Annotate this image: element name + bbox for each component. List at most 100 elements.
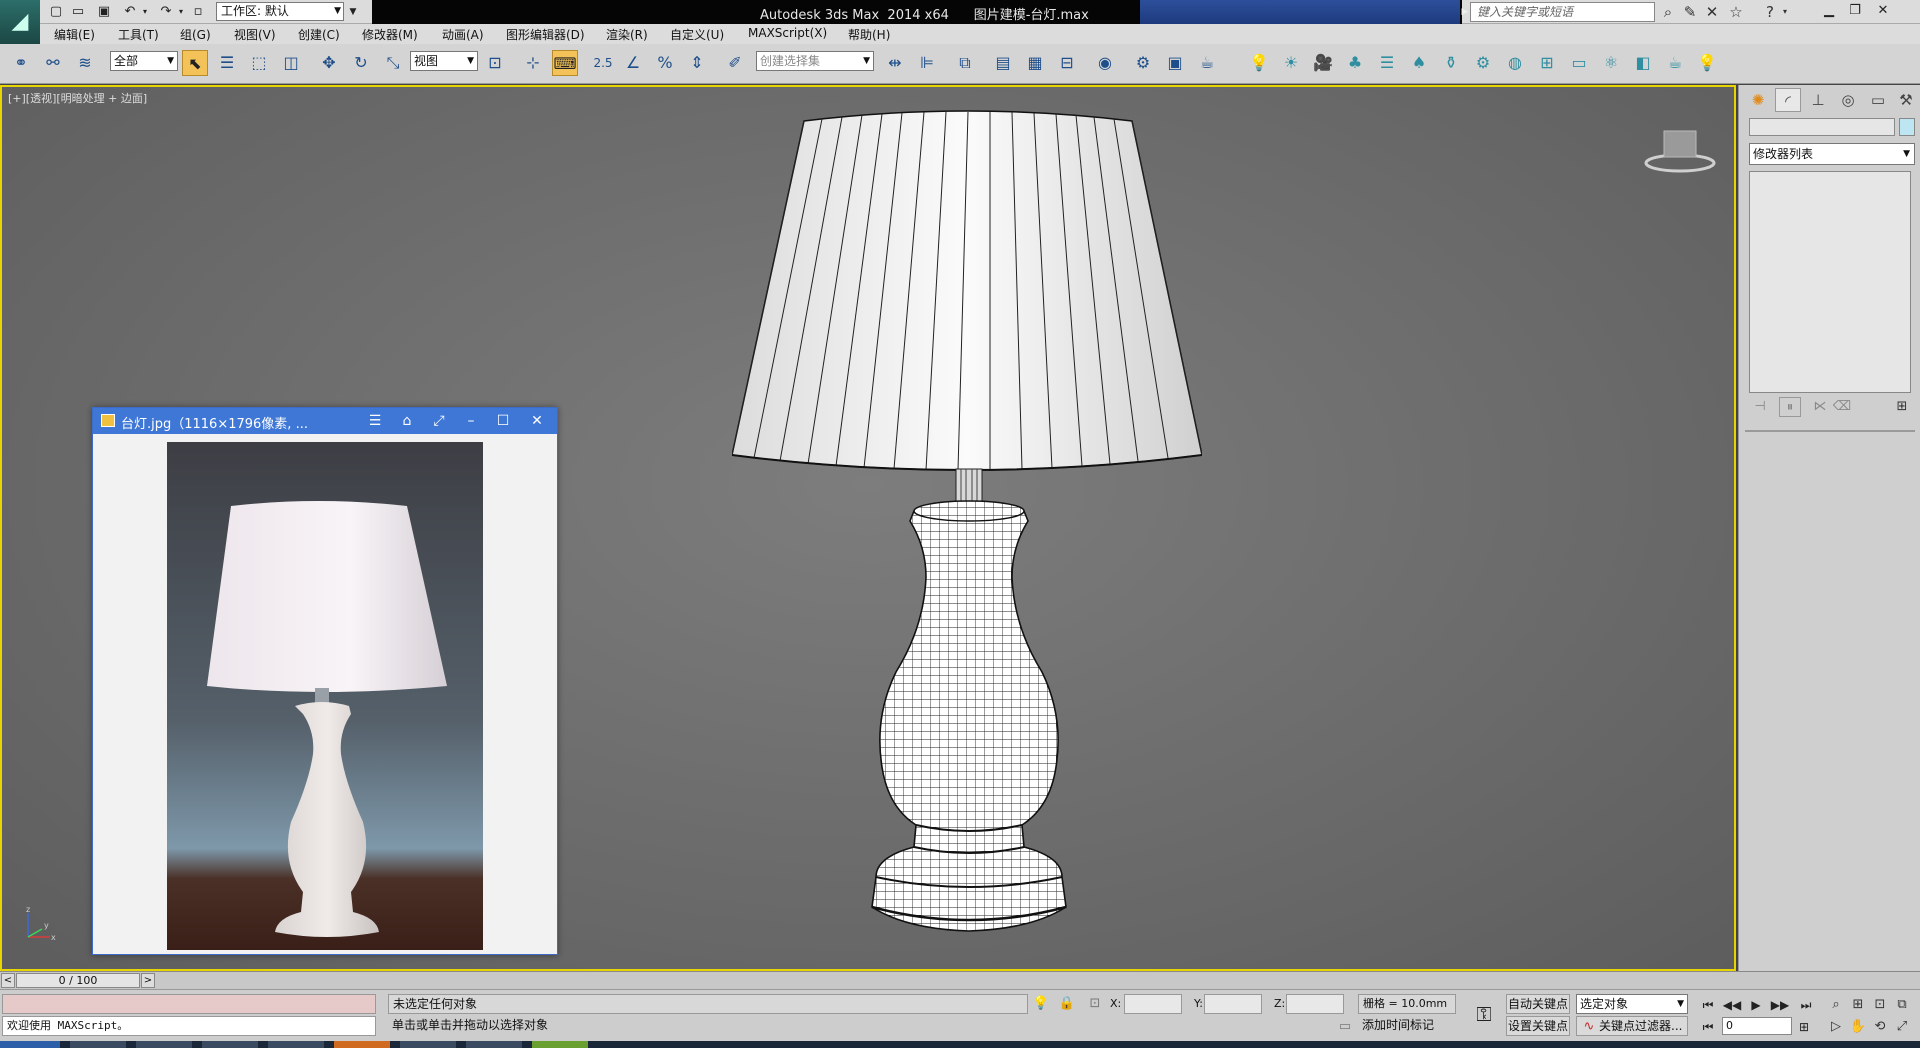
select-and-rotate-icon[interactable]: ↻ <box>348 50 374 76</box>
menu-customize[interactable]: 自定义(U) <box>670 26 724 43</box>
help-icon[interactable]: ? <box>1760 2 1780 22</box>
save-icon[interactable]: ▣ <box>96 3 112 21</box>
viewcube-icon[interactable] <box>1642 125 1718 175</box>
selection-filter-dropdown[interactable]: 全部 ▼ <box>110 51 178 71</box>
object-name-field[interactable] <box>1749 118 1895 136</box>
film-icon[interactable]: ▭ <box>1566 50 1592 76</box>
close-icon[interactable]: ✕ <box>527 411 547 431</box>
undo-icon[interactable]: ↶ <box>120 3 140 21</box>
select-manipulate-icon[interactable]: ⊹ <box>520 50 546 76</box>
help-dropdown-icon[interactable]: ▾ <box>1780 2 1790 22</box>
sun-icon[interactable]: ☀ <box>1278 50 1304 76</box>
quick-access-dropdown-icon[interactable]: ▼ <box>346 3 360 21</box>
lock-icon[interactable]: 🔒 <box>1058 995 1076 1013</box>
rectangular-selection-icon[interactable]: ⬚ <box>246 50 272 76</box>
render-icon[interactable]: ⚛ <box>1598 50 1624 76</box>
pivot-center-icon[interactable]: ⊡ <box>482 50 508 76</box>
configure-modifier-sets-icon[interactable]: ⊞ <box>1891 397 1913 417</box>
open-file-icon[interactable]: ▭ <box>70 3 86 21</box>
menu-modifiers[interactable]: 修改器(M) <box>362 26 418 43</box>
material-editor-icon[interactable]: ◉ <box>1092 50 1118 76</box>
graphite-modeling-icon[interactable]: ▤ <box>990 50 1016 76</box>
menu-group[interactable]: 组(G) <box>180 26 211 43</box>
redo-dropdown-icon[interactable]: ▾ <box>176 3 186 21</box>
maximize-viewport-icon[interactable]: ⤢ <box>1892 1018 1912 1036</box>
unlink-icon[interactable]: ⚯ <box>40 50 66 76</box>
menu-help[interactable]: 帮助(H) <box>848 26 890 43</box>
go-to-start-icon[interactable]: ⏮ <box>1698 996 1718 1014</box>
schematic-view-icon[interactable]: ⊟ <box>1054 50 1080 76</box>
time-slider[interactable]: < 0 / 100 > <box>0 971 1736 989</box>
maximize-icon[interactable]: ☐ <box>493 411 513 431</box>
sphere-icon[interactable]: ◍ <box>1502 50 1528 76</box>
taskbar-app-3[interactable] <box>202 1041 258 1048</box>
camera-icon[interactable]: 🎥 <box>1310 50 1336 76</box>
field-of-view-icon[interactable]: ▷ <box>1826 1018 1846 1036</box>
add-time-tag-button[interactable]: 添加时间标记 <box>1340 1016 1456 1036</box>
pin-stack-icon[interactable]: ⊣ <box>1749 397 1771 417</box>
select-and-move-icon[interactable]: ✥ <box>316 50 342 76</box>
make-unique-icon[interactable]: ⋉ <box>1809 397 1831 417</box>
isolate-icon[interactable]: 💡 <box>1032 995 1050 1013</box>
object-color-swatch[interactable] <box>1899 118 1915 136</box>
menu-rendering[interactable]: 渲染(R) <box>606 26 648 43</box>
zoom-extents-all-icon[interactable]: ⧉ <box>1892 996 1912 1014</box>
menu-graph-editors[interactable]: 图形编辑器(D) <box>506 26 585 43</box>
window-icon[interactable]: ◧ <box>1630 50 1656 76</box>
image-viewer-titlebar[interactable]: 台灯.jpg（1116×1796像素, ... ☰ ⌂ ⤢ – ☐ ✕ <box>93 408 557 434</box>
angle-snap-icon[interactable]: ∠ <box>620 50 646 76</box>
current-frame-field[interactable]: 0 <box>1722 1017 1792 1035</box>
zoom-extents-icon[interactable]: ⊡ <box>1870 996 1890 1014</box>
absolute-transform-icon[interactable]: ⊡ <box>1086 995 1104 1013</box>
taskbar-app-2[interactable] <box>136 1041 192 1048</box>
modifier-stack[interactable] <box>1749 171 1911 393</box>
select-by-name-icon[interactable]: ☰ <box>214 50 240 76</box>
modify-tab-icon[interactable]: ◜ <box>1775 88 1801 112</box>
pan-hand-icon[interactable]: ✋ <box>1848 1018 1868 1036</box>
lampshade[interactable] <box>732 110 1202 471</box>
tree-alt-icon[interactable]: ♠ <box>1406 50 1432 76</box>
menu-views[interactable]: 视图(V) <box>234 26 276 43</box>
display-tab-icon[interactable]: ▭ <box>1865 88 1891 112</box>
rendered-frame-window-icon[interactable]: ▣ <box>1162 50 1188 76</box>
taskbar-app-5[interactable] <box>334 1041 390 1048</box>
key-mode-dropdown[interactable]: 选定对象 ▼ <box>1576 994 1688 1014</box>
layer-manager-icon[interactable]: ⧉ <box>952 50 978 76</box>
hold-icon[interactable]: ▫ <box>190 3 206 21</box>
align-icon[interactable]: ⊫ <box>914 50 940 76</box>
new-file-icon[interactable]: ▢ <box>48 3 64 21</box>
favorites-star-icon[interactable]: ☆ <box>1726 2 1746 22</box>
hierarchy-tab-icon[interactable]: ⊥ <box>1805 88 1831 112</box>
menu-animation[interactable]: 动画(A) <box>442 26 484 43</box>
maxscript-listener-input[interactable] <box>2 994 376 1014</box>
curve-editor-icon[interactable]: ▦ <box>1022 50 1048 76</box>
menu-tools[interactable]: 工具(T) <box>118 26 159 43</box>
time-config-icon[interactable]: ⊞ <box>1794 1018 1814 1036</box>
time-slider-prev[interactable]: < <box>1 973 15 988</box>
search-input[interactable]: 键入关键字或短语 <box>1470 2 1655 22</box>
lamp-base[interactable] <box>871 500 1067 932</box>
mirror-icon[interactable]: ⇹ <box>882 50 908 76</box>
named-selection-dropdown[interactable]: 创建选择集 ▼ <box>756 51 874 71</box>
taskbar-app-6[interactable] <box>400 1041 456 1048</box>
window-crossing-icon[interactable]: ◫ <box>278 50 304 76</box>
minimize-icon[interactable]: ▁ <box>1816 1 1842 21</box>
tree-icon[interactable]: ♣ <box>1342 50 1368 76</box>
taskbar-app-4[interactable] <box>268 1041 324 1048</box>
key-icon[interactable]: ⚿ <box>1468 1000 1500 1028</box>
redo-icon[interactable]: ↷ <box>156 3 176 21</box>
menu-maxscript[interactable]: MAXScript(X) <box>748 26 827 40</box>
render-production-icon[interactable]: ☕ <box>1194 50 1220 76</box>
set-key-button[interactable]: 设置关键点 <box>1506 1016 1570 1036</box>
z-coordinate-field[interactable] <box>1286 994 1344 1014</box>
keyboard-shortcut-override-icon[interactable]: ⌨ <box>552 50 578 76</box>
list-icon[interactable]: ☰ <box>1374 50 1400 76</box>
image-viewer-window[interactable]: 台灯.jpg（1116×1796像素, ... ☰ ⌂ ⤢ – ☐ ✕ <box>92 407 558 955</box>
undo-dropdown-icon[interactable]: ▾ <box>140 3 150 21</box>
workspace-selector[interactable]: 工作区: 默认 ▼ <box>216 2 344 21</box>
close-icon[interactable]: ✕ <box>1870 1 1896 21</box>
percent-snap-icon[interactable]: % <box>652 50 678 76</box>
lightbulb-icon[interactable]: 💡 <box>1694 50 1720 76</box>
taskbar-app-8[interactable] <box>532 1041 588 1048</box>
x-coordinate-field[interactable] <box>1124 994 1182 1014</box>
